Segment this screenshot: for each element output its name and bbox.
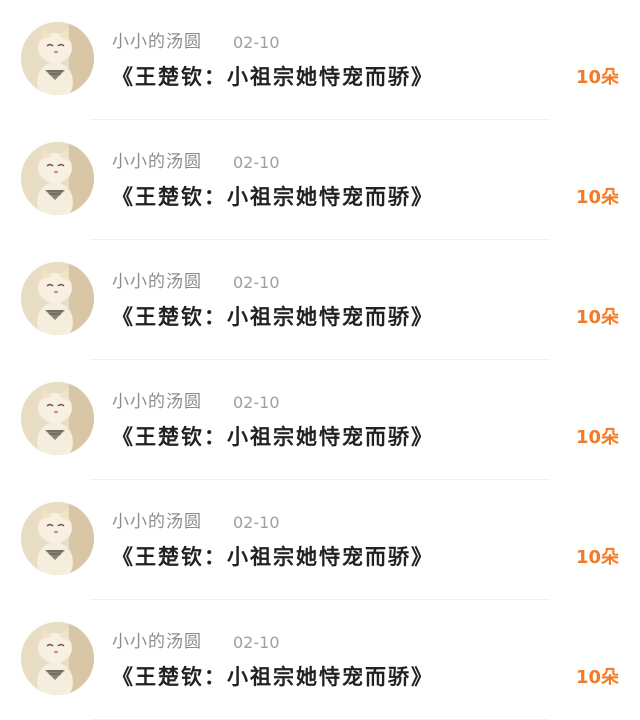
book-title[interactable]: 《王楚钦：小祖宗她恃宠而骄》: [112, 662, 434, 692]
username[interactable]: 小小的汤圆: [112, 271, 202, 293]
kitten-icon: [21, 142, 94, 215]
flower-count: 10朵: [575, 67, 619, 88]
avatar[interactable]: [21, 382, 94, 455]
date: 02-10: [233, 33, 280, 52]
kitten-icon: [21, 622, 94, 695]
date: 02-10: [233, 273, 280, 292]
date: 02-10: [233, 633, 280, 652]
list-item[interactable]: 小小的汤圆 02-10 《王楚钦：小祖宗她恃宠而骄》 10朵: [0, 120, 640, 240]
avatar[interactable]: [21, 142, 94, 215]
username[interactable]: 小小的汤圆: [112, 151, 202, 173]
book-title[interactable]: 《王楚钦：小祖宗她恃宠而骄》: [112, 422, 434, 452]
book-title[interactable]: 《王楚钦：小祖宗她恃宠而骄》: [112, 62, 434, 92]
kitten-icon: [21, 382, 94, 455]
date: 02-10: [233, 153, 280, 172]
book-title[interactable]: 《王楚钦：小祖宗她恃宠而骄》: [112, 542, 434, 572]
flower-count: 10朵: [575, 667, 619, 688]
date: 02-10: [233, 513, 280, 532]
kitten-icon: [21, 22, 94, 95]
username[interactable]: 小小的汤圆: [112, 31, 202, 53]
flower-count: 10朵: [575, 547, 619, 568]
book-title[interactable]: 《王楚钦：小祖宗她恃宠而骄》: [112, 302, 434, 332]
list-item[interactable]: 小小的汤圆 02-10 《王楚钦：小祖宗她恃宠而骄》 10朵: [0, 600, 640, 720]
username[interactable]: 小小的汤圆: [112, 631, 202, 653]
list-item[interactable]: 小小的汤圆 02-10 《王楚钦：小祖宗她恃宠而骄》 10朵: [0, 0, 640, 120]
list-item[interactable]: 小小的汤圆 02-10 《王楚钦：小祖宗她恃宠而骄》 10朵: [0, 240, 640, 360]
username[interactable]: 小小的汤圆: [112, 511, 202, 533]
list-item[interactable]: 小小的汤圆 02-10 《王楚钦：小祖宗她恃宠而骄》 10朵: [0, 360, 640, 480]
book-title[interactable]: 《王楚钦：小祖宗她恃宠而骄》: [112, 182, 434, 212]
date: 02-10: [233, 393, 280, 412]
list-item[interactable]: 小小的汤圆 02-10 《王楚钦：小祖宗她恃宠而骄》 10朵: [0, 480, 640, 600]
flower-count: 10朵: [575, 187, 619, 208]
kitten-icon: [21, 502, 94, 575]
gift-record-list: 小小的汤圆 02-10 《王楚钦：小祖宗她恃宠而骄》 10朵 小小的汤圆 02-…: [0, 0, 640, 720]
kitten-icon: [21, 262, 94, 335]
avatar[interactable]: [21, 622, 94, 695]
flower-count: 10朵: [575, 307, 619, 328]
avatar[interactable]: [21, 262, 94, 335]
avatar[interactable]: [21, 22, 94, 95]
avatar[interactable]: [21, 502, 94, 575]
flower-count: 10朵: [575, 427, 619, 448]
username[interactable]: 小小的汤圆: [112, 391, 202, 413]
